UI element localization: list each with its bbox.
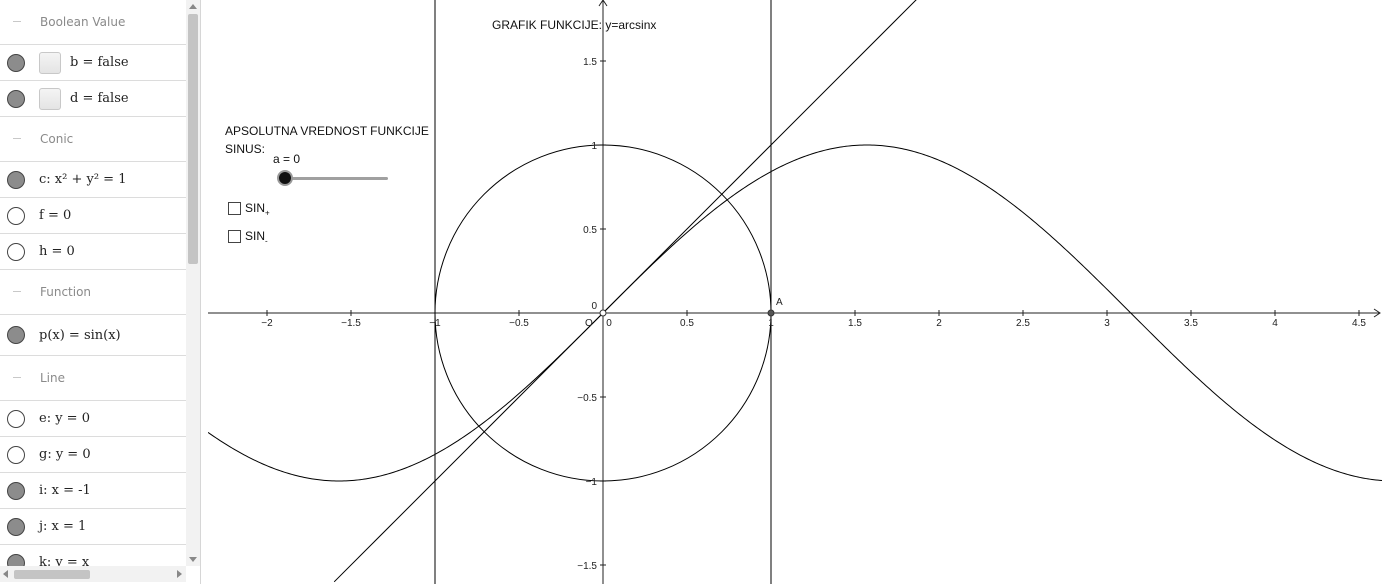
y-tick-label: 0.5 — [583, 225, 597, 236]
y-tick-label: 1.5 — [583, 57, 597, 68]
line-k — [333, 0, 917, 583]
x-tick-label: 4 — [1272, 318, 1278, 329]
x-tick-label: 1.5 — [848, 318, 862, 329]
algebra-expression: j: x = 1 — [39, 519, 87, 534]
graph-objects — [208, 0, 1382, 584]
x-tick-label: −2 — [261, 318, 273, 329]
group-header-conic[interactable]: Conic — [0, 117, 186, 162]
group-title: Line — [40, 371, 66, 385]
visibility-toggle-b[interactable] — [7, 53, 25, 72]
scrollbar-thumb[interactable] — [188, 14, 198, 264]
y-tick-label: −0.5 — [577, 393, 597, 404]
checkbox-sin-plus-label: SIN+ — [245, 201, 270, 218]
x-tick-label: 0.5 — [680, 318, 694, 329]
caption-line1: APSOLUTNA VREDNOST FUNKCIJE — [225, 124, 429, 138]
algebra-expression: f = 0 — [39, 208, 72, 223]
graph-title: GRAFIK FUNKCIJE: y=arcsinx — [492, 18, 657, 32]
group-header-boolean[interactable]: Boolean Value — [0, 0, 186, 45]
visibility-toggle-g[interactable] — [7, 445, 25, 464]
algebra-item-g[interactable]: g: y = 0 — [0, 437, 186, 473]
x-tick-label: 3 — [1104, 318, 1110, 329]
scrollbar-thumb[interactable] — [14, 570, 90, 579]
algebra-item-j[interactable]: j: x = 1 — [0, 509, 186, 545]
algebra-expression: g: y = 0 — [39, 447, 91, 462]
horizontal-scrollbar[interactable] — [0, 566, 186, 582]
collapse-icon[interactable] — [10, 132, 24, 146]
algebra-list: Boolean Value b = false d = false Conic … — [0, 0, 186, 581]
visibility-toggle-d[interactable] — [7, 89, 25, 108]
group-header-function[interactable]: Function — [0, 270, 186, 315]
slider-a-handle[interactable] — [277, 170, 293, 186]
scroll-left-icon[interactable] — [3, 570, 8, 578]
y-tick-label: −1.5 — [577, 561, 597, 572]
vertical-scrollbar[interactable] — [186, 0, 200, 566]
x-tick-label: −1.5 — [341, 318, 361, 329]
point-a — [767, 309, 775, 317]
graphics-canvas[interactable]: −2 −1.5 −1 −0.5 0 0.5 1 1.5 2 2.5 3 3.5 4 4.5 1.5 1 0.5 0… — [208, 0, 1382, 584]
y-tick-label: 1 — [591, 141, 597, 152]
slider-a-track[interactable] — [286, 177, 388, 180]
group-title: Function — [40, 285, 92, 299]
graphics-view[interactable]: −2 −1.5 −1 −0.5 0 0.5 1 1.5 2 2.5 3 3.5 4 4.5 1.5 1 0.5 0… — [208, 0, 1382, 584]
checkbox-sin-minus-label: SIN- — [245, 229, 268, 246]
scroll-right-icon[interactable] — [177, 570, 182, 578]
algebra-item-p[interactable]: p(x) = sin(x) — [0, 315, 186, 356]
group-header-line[interactable]: Line — [0, 356, 186, 401]
checkbox-sin-plus[interactable] — [228, 202, 241, 215]
x-tick-label: 2.5 — [1016, 318, 1030, 329]
algebra-expression: i: x = -1 — [39, 483, 91, 498]
group-title: Conic — [40, 132, 74, 146]
algebra-expression: b = false — [70, 55, 129, 70]
algebra-view[interactable]: Boolean Value b = false d = false Conic … — [0, 0, 201, 584]
x-tick-label: 4.5 — [1352, 318, 1366, 329]
algebra-expression: h = 0 — [39, 244, 75, 259]
y-tick-label: 0 — [591, 301, 597, 312]
x-tick-label: −0.5 — [509, 318, 529, 329]
visibility-toggle-c[interactable] — [7, 170, 25, 189]
algebra-expression: e: y = 0 — [39, 411, 90, 426]
x-tick-label: 2 — [936, 318, 942, 329]
group-title: Boolean Value — [40, 15, 126, 29]
algebra-item-b[interactable]: b = false — [0, 45, 186, 81]
axes — [208, 0, 1381, 584]
caption-line2: SINUS: — [225, 142, 266, 156]
x-tick-label: 0 — [606, 318, 612, 329]
visibility-toggle-p[interactable] — [7, 326, 25, 344]
x-tick-label: 1 — [768, 318, 774, 329]
algebra-expression: c: x² + y² = 1 — [39, 172, 127, 187]
point-o — [599, 309, 607, 317]
visibility-toggle-h[interactable] — [7, 242, 25, 261]
point-a-label: A — [776, 297, 783, 308]
checkbox-b[interactable] — [39, 51, 61, 74]
point-o-label: O — [585, 318, 593, 329]
visibility-toggle-j[interactable] — [7, 517, 25, 536]
x-tick-label: −1 — [429, 318, 441, 329]
y-tick-label: −1 — [586, 477, 598, 488]
algebra-item-h[interactable]: h = 0 — [0, 234, 186, 270]
slider-label: a = 0 — [273, 152, 301, 166]
scroll-down-icon[interactable] — [189, 557, 197, 562]
algebra-expression: p(x) = sin(x) — [39, 327, 121, 343]
collapse-icon[interactable] — [10, 15, 24, 29]
algebra-expression: d = false — [70, 91, 129, 106]
visibility-toggle-e[interactable] — [7, 409, 25, 428]
algebra-item-c[interactable]: c: x² + y² = 1 — [0, 162, 186, 198]
algebra-item-i[interactable]: i: x = -1 — [0, 473, 186, 509]
collapse-icon[interactable] — [10, 285, 24, 299]
x-tick-label: 3.5 — [1184, 318, 1198, 329]
algebra-item-d[interactable]: d = false — [0, 81, 186, 117]
collapse-icon[interactable] — [10, 371, 24, 385]
scroll-up-icon[interactable] — [189, 4, 197, 9]
algebra-item-f[interactable]: f = 0 — [0, 198, 186, 234]
visibility-toggle-i[interactable] — [7, 481, 25, 500]
checkbox-d[interactable] — [39, 87, 61, 110]
checkbox-sin-minus[interactable] — [228, 230, 241, 243]
visibility-toggle-f[interactable] — [7, 206, 25, 225]
algebra-item-e[interactable]: e: y = 0 — [0, 401, 186, 437]
